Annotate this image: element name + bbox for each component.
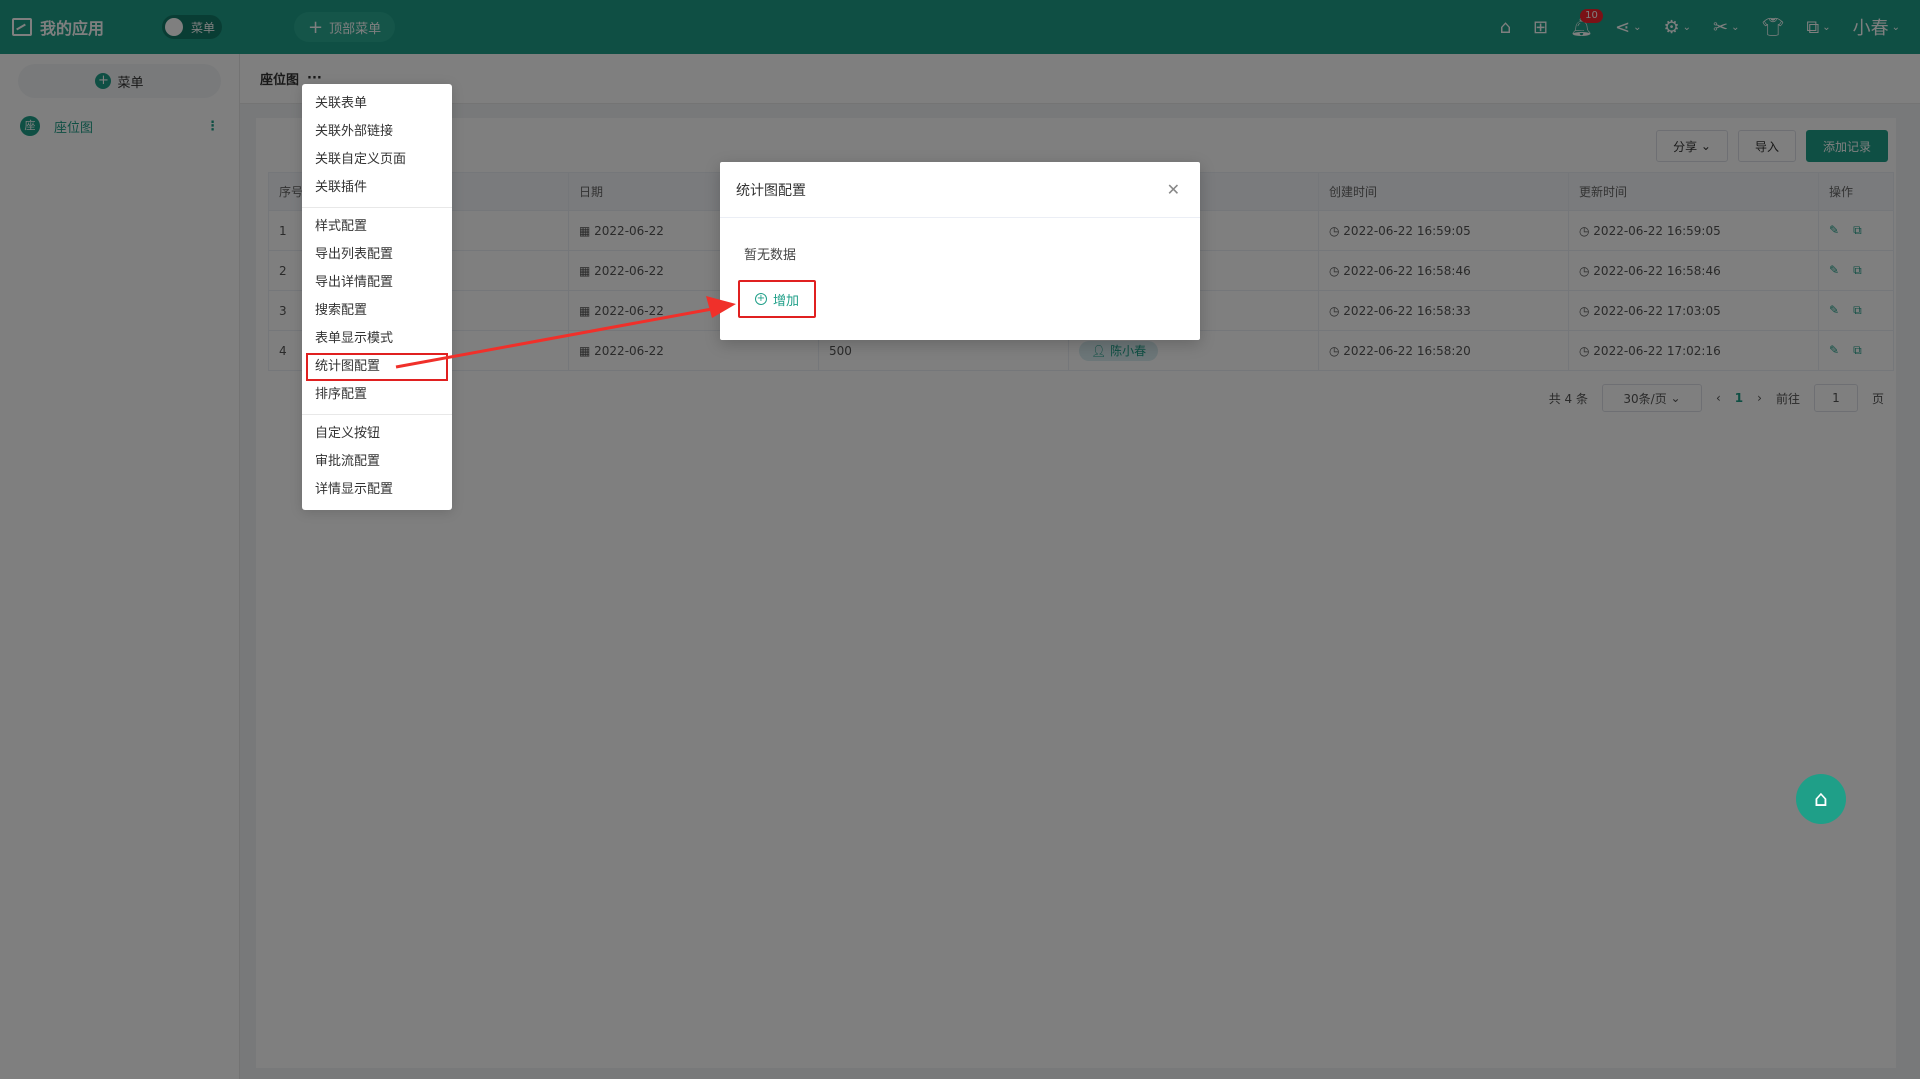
annotation-arrow (395, 296, 736, 369)
